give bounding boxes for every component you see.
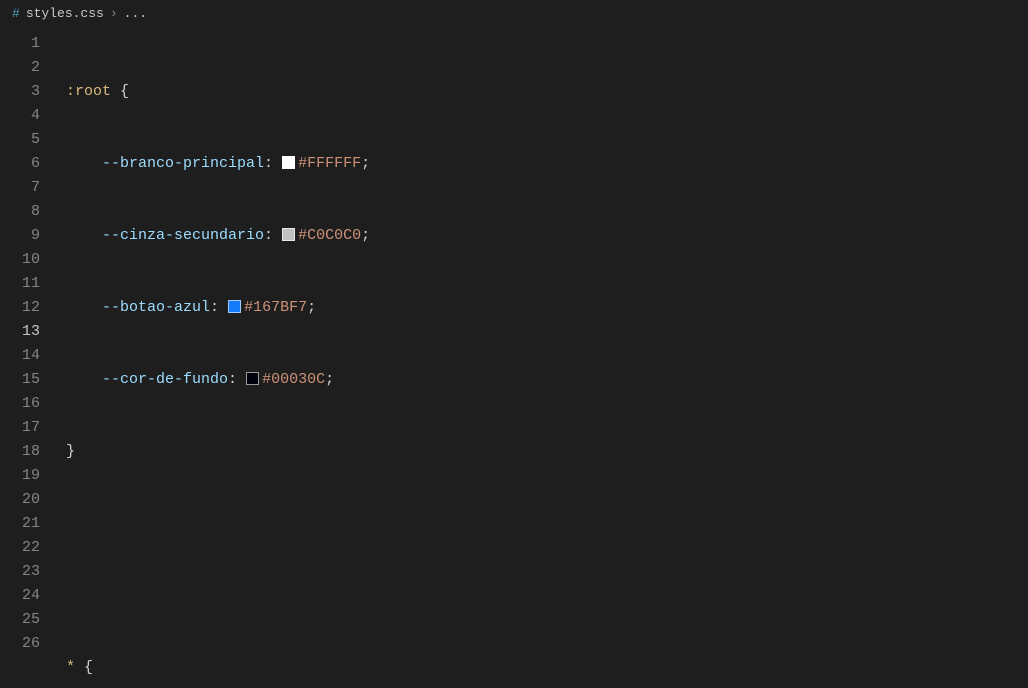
code-area[interactable]: :root { --branco-principal: #FFFFFF; --c… [58,26,1028,688]
breadcrumb[interactable]: # styles.css › ... [0,0,1028,26]
color-swatch-icon[interactable] [282,156,295,169]
color-swatch-icon[interactable] [228,300,241,313]
breadcrumb-file[interactable]: styles.css [26,6,104,21]
code-line[interactable]: * { [66,656,1028,680]
code-line[interactable] [66,512,1028,536]
code-line[interactable]: --botao-azul: #167BF7; [66,296,1028,320]
code-line[interactable]: :root { [66,80,1028,104]
color-swatch-icon[interactable] [282,228,295,241]
code-line[interactable]: --cinza-secundario: #C0C0C0; [66,224,1028,248]
chevron-right-icon: › [110,6,118,21]
code-line[interactable] [66,584,1028,608]
color-swatch-icon[interactable] [246,372,259,385]
line-number-gutter[interactable]: 1234 5678 9101112 13141516 17181920 2122… [0,26,58,688]
code-line[interactable]: --cor-de-fundo: #00030C; [66,368,1028,392]
code-line[interactable]: } [66,440,1028,464]
code-editor[interactable]: 1234 5678 9101112 13141516 17181920 2122… [0,26,1028,688]
breadcrumb-rest[interactable]: ... [124,6,147,21]
css-file-icon: # [12,6,20,21]
code-line[interactable]: --branco-principal: #FFFFFF; [66,152,1028,176]
